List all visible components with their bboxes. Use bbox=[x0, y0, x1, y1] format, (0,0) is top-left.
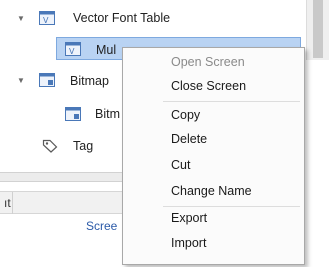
menu-item-delete[interactable]: Delete bbox=[171, 132, 207, 146]
bitmap-table-icon bbox=[65, 107, 81, 121]
tree-item-label: Mul bbox=[96, 43, 117, 57]
grid-column-header[interactable]: ıt bbox=[4, 196, 11, 210]
menu-item-copy[interactable]: Copy bbox=[171, 108, 200, 122]
tree-scrollbar-thumb[interactable] bbox=[313, 0, 323, 58]
menu-item-import[interactable]: Import bbox=[171, 236, 206, 250]
menu-divider bbox=[163, 101, 300, 102]
expand-arrow-icon[interactable]: ▼ bbox=[16, 76, 26, 85]
column-divider[interactable] bbox=[12, 192, 13, 214]
menu-divider bbox=[163, 206, 300, 207]
tree-item-label: Tag bbox=[73, 139, 94, 153]
menu-item-close-screen[interactable]: Close Screen bbox=[171, 79, 246, 93]
menu-item-export[interactable]: Export bbox=[171, 211, 207, 225]
menu-item-open-screen[interactable]: Open Screen bbox=[171, 55, 245, 69]
tree-item-label: Bitmap bbox=[70, 74, 109, 88]
tree-scrollbar[interactable] bbox=[306, 0, 329, 60]
tree-item-label: Bitm bbox=[95, 107, 120, 121]
tree-item-label: Vector Font Table bbox=[73, 11, 171, 25]
bitmap-table-icon bbox=[39, 73, 55, 87]
svg-text:V: V bbox=[43, 16, 49, 25]
svg-text:V: V bbox=[69, 47, 75, 56]
menu-item-change-name[interactable]: Change Name bbox=[171, 184, 252, 198]
expand-arrow-icon[interactable]: ▼ bbox=[16, 14, 26, 23]
grid-cell[interactable]: Scree bbox=[86, 219, 117, 233]
context-menu: Open Screen Close Screen Copy Delete Cut… bbox=[122, 47, 305, 265]
tag-icon bbox=[42, 139, 58, 153]
font-table-icon: V bbox=[65, 42, 81, 56]
menu-item-cut[interactable]: Cut bbox=[171, 158, 190, 172]
font-table-icon: V bbox=[39, 11, 55, 25]
